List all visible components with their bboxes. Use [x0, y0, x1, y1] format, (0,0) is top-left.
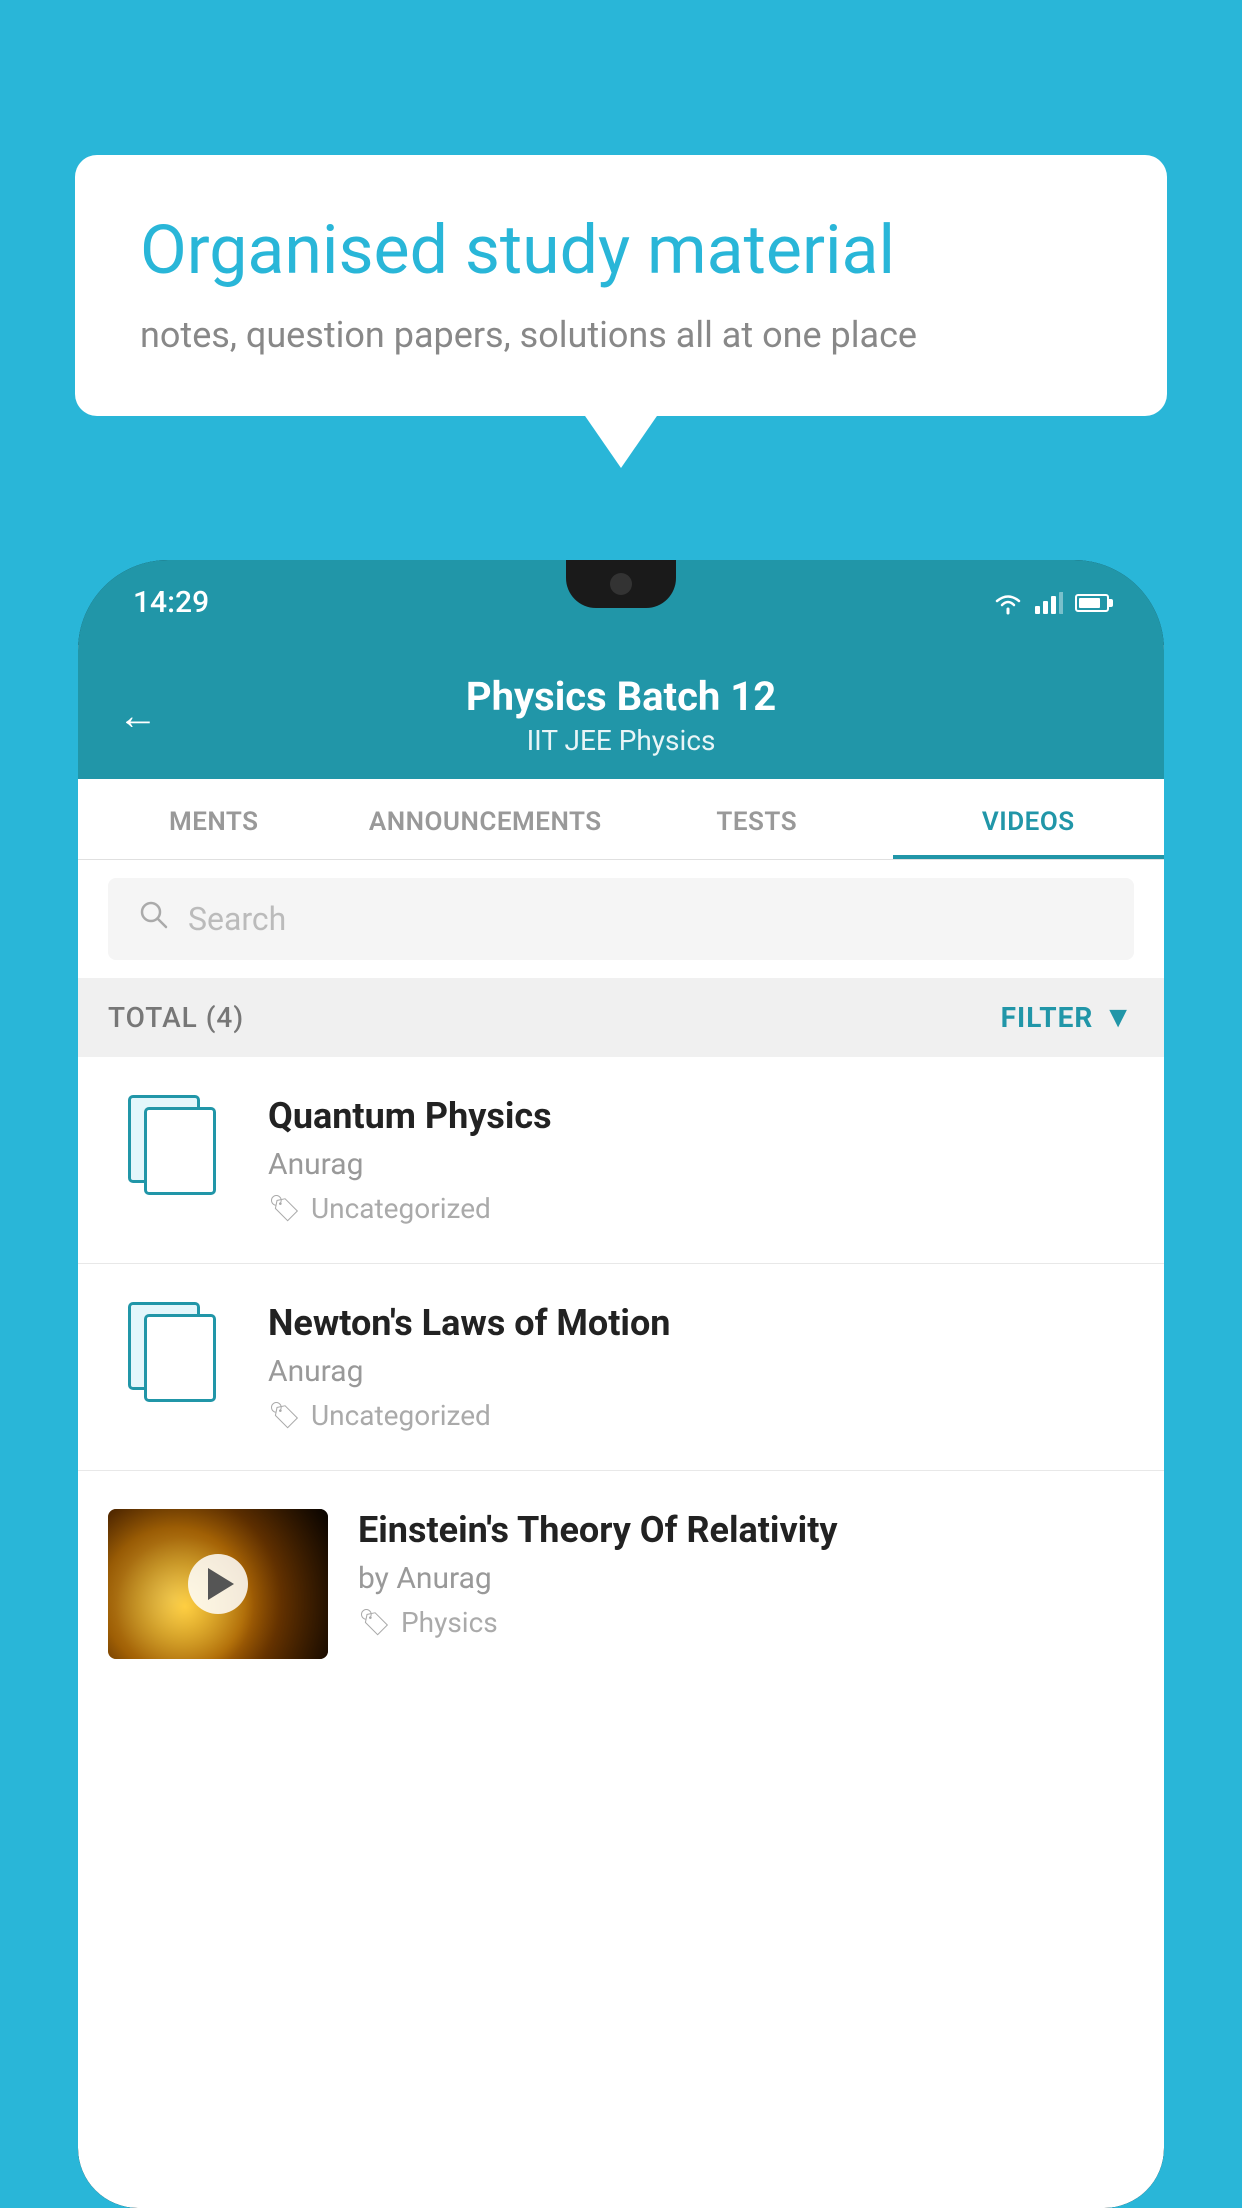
video-author: by Anurag: [358, 1561, 1134, 1596]
filter-row: TOTAL (4) FILTER ▼: [78, 978, 1164, 1057]
tabs-bar: MENTS ANNOUNCEMENTS TESTS VIDEOS: [78, 779, 1164, 860]
phone-content: ← Physics Batch 12 IIT JEE Physics MENTS…: [78, 645, 1164, 2208]
file-thumbnail: [108, 1095, 238, 1195]
file-thumbnail: [108, 1302, 238, 1402]
bubble-title: Organised study material: [140, 210, 1102, 292]
tab-tests[interactable]: TESTS: [621, 779, 893, 859]
video-info: Newton's Laws of Motion Anurag 🏷 Uncateg…: [268, 1302, 1134, 1432]
filter-icon: ▼: [1103, 1000, 1134, 1035]
status-time: 14:29: [133, 585, 209, 620]
video-title: Einstein's Theory Of Relativity: [358, 1509, 1134, 1551]
tag-icon: 🏷: [268, 1401, 301, 1431]
tab-videos[interactable]: VIDEOS: [893, 779, 1165, 859]
tag-icon: 🏷: [268, 1194, 301, 1224]
status-bar: 14:29: [78, 560, 1164, 645]
video-thumbnail: [108, 1509, 328, 1659]
video-tag: 🏷 Uncategorized: [268, 1399, 1134, 1432]
back-button[interactable]: ←: [118, 692, 158, 739]
play-button[interactable]: [188, 1554, 248, 1614]
signal-icon: [1035, 592, 1063, 614]
list-item[interactable]: Quantum Physics Anurag 🏷 Uncategorized: [78, 1057, 1164, 1264]
video-list: Quantum Physics Anurag 🏷 Uncategorized: [78, 1057, 1164, 1697]
header-subtitle: IIT JEE Physics: [466, 724, 776, 757]
search-icon: [138, 898, 170, 940]
video-info: Einstein's Theory Of Relativity by Anura…: [358, 1509, 1134, 1639]
phone-frame: 14:29 ←: [78, 560, 1164, 2208]
total-label: TOTAL (4): [108, 1001, 244, 1034]
app-header: ← Physics Batch 12 IIT JEE Physics: [78, 645, 1164, 779]
header-title: Physics Batch 12: [466, 673, 776, 720]
tag-icon: 🏷: [358, 1608, 391, 1638]
notch: [566, 560, 676, 608]
camera: [610, 573, 632, 595]
play-icon: [208, 1568, 234, 1600]
video-title: Newton's Laws of Motion: [268, 1302, 1134, 1344]
video-author: Anurag: [268, 1147, 1134, 1182]
wifi-icon: [993, 591, 1023, 615]
video-tag: 🏷 Uncategorized: [268, 1192, 1134, 1225]
video-tag: 🏷 Physics: [358, 1606, 1134, 1639]
video-info: Quantum Physics Anurag 🏷 Uncategorized: [268, 1095, 1134, 1225]
tab-announcements[interactable]: ANNOUNCEMENTS: [350, 779, 622, 859]
bubble-subtitle: notes, question papers, solutions all at…: [140, 314, 1102, 356]
battery-icon: [1075, 594, 1109, 612]
list-item[interactable]: Newton's Laws of Motion Anurag 🏷 Uncateg…: [78, 1264, 1164, 1471]
header-center: Physics Batch 12 IIT JEE Physics: [466, 673, 776, 757]
filter-button[interactable]: FILTER ▼: [1001, 1000, 1134, 1035]
search-bar-container: Search: [78, 860, 1164, 978]
status-icons: [993, 591, 1109, 615]
search-placeholder: Search: [188, 900, 286, 938]
speech-bubble: Organised study material notes, question…: [75, 155, 1167, 416]
search-bar[interactable]: Search: [108, 878, 1134, 960]
list-item[interactable]: Einstein's Theory Of Relativity by Anura…: [78, 1471, 1164, 1697]
tab-ments[interactable]: MENTS: [78, 779, 350, 859]
video-author: Anurag: [268, 1354, 1134, 1389]
video-title: Quantum Physics: [268, 1095, 1134, 1137]
